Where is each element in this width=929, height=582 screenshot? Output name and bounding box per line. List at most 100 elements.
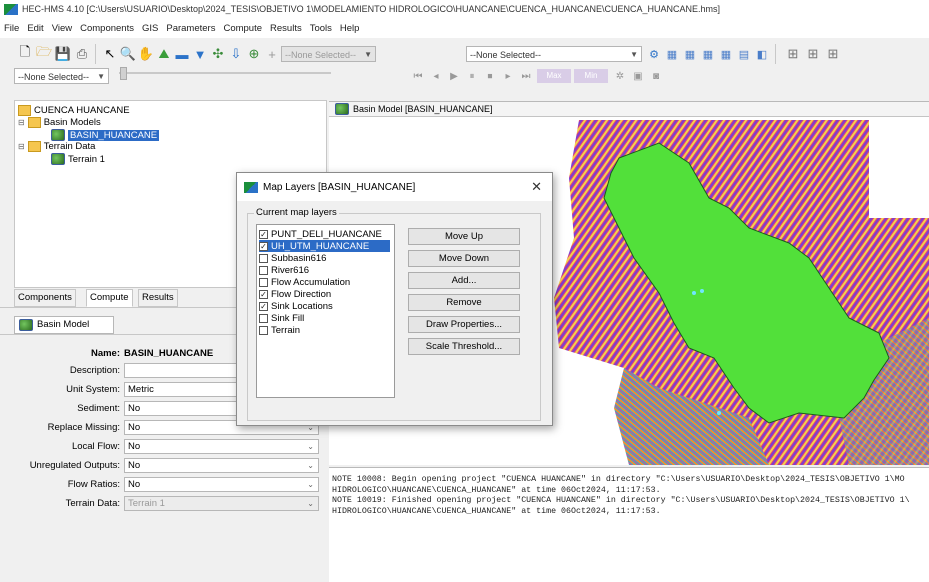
layer-item[interactable]: ✓ PUNT_DELI_HUANCANE <box>259 228 390 240</box>
map-tool-1-icon[interactable]: ⊞ <box>785 46 801 62</box>
message-log[interactable]: NOTE 10008: Begin opening project "CUENC… <box>329 467 929 582</box>
unit-system-label: Unit System: <box>66 384 120 395</box>
layer-item[interactable]: Subbasin616 <box>259 252 390 264</box>
map-tool-2-icon[interactable]: ⊞ <box>805 46 821 62</box>
layer-item[interactable]: ✓ UH_UTM_HUANCANE <box>259 240 390 252</box>
results-table-icon[interactable]: ▤ <box>736 46 752 62</box>
close-icon[interactable]: ✕ <box>531 179 542 195</box>
time-series-icon[interactable]: ▦ <box>718 46 734 62</box>
menu-parameters[interactable]: Parameters <box>162 20 219 34</box>
play-icon[interactable]: ▶ <box>446 68 462 84</box>
layer-checkbox[interactable]: ✓ <box>259 301 268 311</box>
layer-checkbox[interactable]: ✓ <box>259 289 268 299</box>
layer-item[interactable]: ✓ Sink Locations <box>259 300 390 312</box>
camera-icon[interactable]: ◙ <box>648 68 664 84</box>
layer-label: PUNT_DELI_HUANCANE <box>271 228 382 240</box>
menu-view[interactable]: View <box>48 20 76 34</box>
menu-gis[interactable]: GIS <box>138 20 162 34</box>
app-logo-icon <box>244 181 258 193</box>
menu-components[interactable]: Components <box>76 20 138 34</box>
run-selector-combo[interactable]: --None Selected-- ▼ <box>281 46 376 62</box>
element-summary-icon[interactable]: ▦ <box>700 46 716 62</box>
diversion-tool-icon[interactable]: ⇩ <box>228 46 244 62</box>
layer-checkbox[interactable]: ✓ <box>259 229 268 239</box>
global-summary-icon[interactable]: ▦ <box>664 46 680 62</box>
pause-icon[interactable]: ⏸ <box>464 68 480 84</box>
flow-ratios-select[interactable]: No ⌄ <box>124 477 319 492</box>
map-tool-3-icon[interactable]: ⊞ <box>825 46 841 62</box>
menu-compute[interactable]: Compute <box>219 20 266 34</box>
layer-item[interactable]: Sink Fill <box>259 312 390 324</box>
layer-item[interactable]: ✓ Flow Direction <box>259 288 390 300</box>
layer-checkbox[interactable] <box>259 325 268 335</box>
gage-icon[interactable]: ◧ <box>754 46 770 62</box>
remove-layer-button[interactable]: Remove <box>408 294 520 311</box>
time-slider-track[interactable] <box>119 72 331 74</box>
zoom-tool-icon[interactable]: 🔍 <box>120 46 136 62</box>
source-tool-icon[interactable]: ⊕ <box>246 46 262 62</box>
subbasin-tool-icon[interactable]: ⛰ <box>156 46 172 62</box>
layer-item[interactable]: Flow Accumulation <box>259 276 390 288</box>
move-down-button[interactable]: Move Down <box>408 250 520 267</box>
unregulated-outputs-select[interactable]: No ⌄ <box>124 458 319 473</box>
tree-node-terrain-data[interactable]: ⊟ Terrain Data <box>18 141 95 152</box>
save-icon[interactable]: 💾 <box>55 46 71 62</box>
compute-icon[interactable]: ⚙ <box>646 46 662 62</box>
new-project-icon[interactable]: 🗋 <box>17 44 33 62</box>
tab-basin-model[interactable]: Basin Model <box>14 316 114 334</box>
collapse-icon[interactable]: ⊟ <box>18 118 25 127</box>
layer-checkbox[interactable] <box>259 253 268 263</box>
print-icon[interactable]: ⎙ <box>74 46 90 62</box>
record-icon[interactable]: ▣ <box>630 68 646 84</box>
reservoir-tool-icon[interactable]: ▼ <box>192 46 208 62</box>
max-color-box[interactable]: Max <box>537 69 571 83</box>
terrain-data-select[interactable]: Terrain 1 ⌄ <box>124 496 319 511</box>
dialog-title-bar: Map Layers [BASIN_HUANCANE] ✕ <box>237 173 552 201</box>
open-project-icon[interactable]: 🗁 <box>36 44 52 62</box>
element-graph-icon[interactable]: ▦ <box>682 46 698 62</box>
collapse-icon[interactable]: ⊟ <box>18 142 25 151</box>
time-slider-thumb[interactable] <box>120 67 127 80</box>
layer-item[interactable]: River616 <box>259 264 390 276</box>
tab-components[interactable]: Components <box>14 289 76 307</box>
min-color-box[interactable]: Min <box>574 69 608 83</box>
layer-checkbox[interactable]: ✓ <box>259 241 268 251</box>
dialog-title: Map Layers [BASIN_HUANCANE] <box>263 181 416 193</box>
stop-icon[interactable]: ⏹ <box>482 68 498 84</box>
tree-node-basin[interactable]: BASIN_HUANCANE <box>51 129 160 141</box>
tree-node-basin-models[interactable]: ⊟ Basin Models <box>18 117 101 128</box>
trial-selector-combo[interactable]: --None Selected-- ▼ <box>14 68 109 84</box>
reach-tool-icon[interactable]: ▬ <box>174 46 190 62</box>
layer-checkbox[interactable] <box>259 265 268 275</box>
menu-bar: File Edit View Components GIS Parameters Compu… <box>0 20 929 38</box>
move-up-button[interactable]: Move Up <box>408 228 520 245</box>
tab-compute[interactable]: Compute <box>86 289 133 307</box>
local-flow-select[interactable]: No ⌄ <box>124 439 319 454</box>
element-selector-combo[interactable]: --None Selected-- ▼ <box>466 46 642 62</box>
menu-results[interactable]: Results <box>266 20 306 34</box>
draw-properties-button[interactable]: Draw Properties... <box>408 316 520 333</box>
layer-checkbox[interactable] <box>259 313 268 323</box>
step-forward-icon[interactable]: ▸ <box>500 68 516 84</box>
menu-help[interactable]: Help <box>336 20 364 34</box>
tree-node-terrain[interactable]: Terrain 1 <box>51 153 105 165</box>
layer-label: River616 <box>271 264 310 276</box>
step-back-icon[interactable]: ◂ <box>428 68 444 84</box>
pointer-tool-icon[interactable]: ↖ <box>102 46 118 62</box>
layer-item[interactable]: Terrain <box>259 324 390 336</box>
scale-threshold-button[interactable]: Scale Threshold... <box>408 338 520 355</box>
first-frame-icon[interactable]: ⏮ <box>410 68 426 84</box>
tab-results[interactable]: Results <box>138 289 178 307</box>
add-layer-button[interactable]: Add... <box>408 272 520 289</box>
menu-file[interactable]: File <box>0 20 23 34</box>
layer-checkbox[interactable] <box>259 277 268 287</box>
last-frame-icon[interactable]: ⏭ <box>518 68 534 84</box>
junction-tool-icon[interactable]: ✣ <box>210 46 226 62</box>
menu-tools[interactable]: Tools <box>306 20 336 34</box>
animation-settings-icon[interactable]: ✲ <box>612 68 628 84</box>
tree-node-project[interactable]: CUENCA HUANCANE <box>18 105 130 116</box>
message-line: HIDROLOGICO\HUANCANE\CUENCA_HUANCANE" at… <box>332 485 661 495</box>
menu-edit[interactable]: Edit <box>23 20 47 34</box>
plus-icon[interactable]: + <box>264 46 280 62</box>
pan-tool-icon[interactable]: ✋ <box>138 46 154 62</box>
